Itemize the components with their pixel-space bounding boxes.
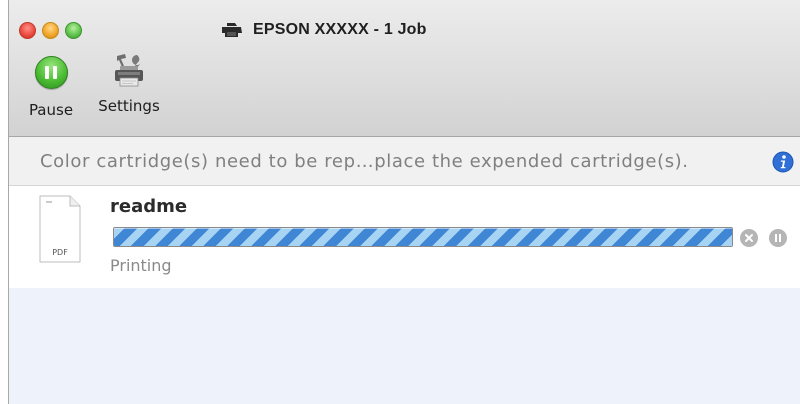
info-icon[interactable]	[772, 151, 794, 173]
printer-icon	[222, 23, 242, 37]
close-window-button[interactable]	[19, 22, 36, 39]
status-message-bar: Color cartridge(s) need to be rep…place …	[9, 137, 800, 186]
window-title-text: EPSON XXXXX - 1 Job	[253, 21, 427, 38]
empty-job-row	[9, 288, 800, 404]
pdf-file-icon: PDF	[39, 195, 81, 263]
printer-settings-icon	[115, 54, 143, 87]
cancel-icon	[745, 234, 753, 242]
pause-job-icon	[775, 234, 781, 242]
job-progress-fill	[114, 228, 732, 246]
settings-button[interactable]: Settings	[91, 54, 167, 115]
job-name: readme	[110, 196, 188, 217]
window-title: EPSON XXXXX - 1 Job	[221, 21, 427, 39]
pause-icon	[34, 56, 68, 89]
zoom-window-button[interactable]	[65, 22, 82, 39]
minimize-window-button[interactable]	[42, 22, 59, 39]
hold-job-button[interactable]	[769, 229, 787, 247]
settings-label: Settings	[98, 97, 160, 115]
pdf-file-type: PDF	[52, 248, 68, 257]
job-row[interactable]: PDF readme Printing	[9, 186, 800, 288]
pause-button[interactable]: Pause	[23, 56, 79, 119]
print-queue-window: EPSON XXXXX - 1 Job Pause Settings Color…	[8, 0, 800, 404]
status-message: Color cartridge(s) need to be rep…place …	[40, 151, 689, 172]
cancel-job-button[interactable]	[740, 229, 758, 247]
job-progress-bar	[113, 227, 733, 247]
pause-label: Pause	[28, 101, 74, 119]
job-status: Printing	[110, 256, 172, 275]
window-toolbar: EPSON XXXXX - 1 Job Pause Settings	[9, 0, 800, 137]
